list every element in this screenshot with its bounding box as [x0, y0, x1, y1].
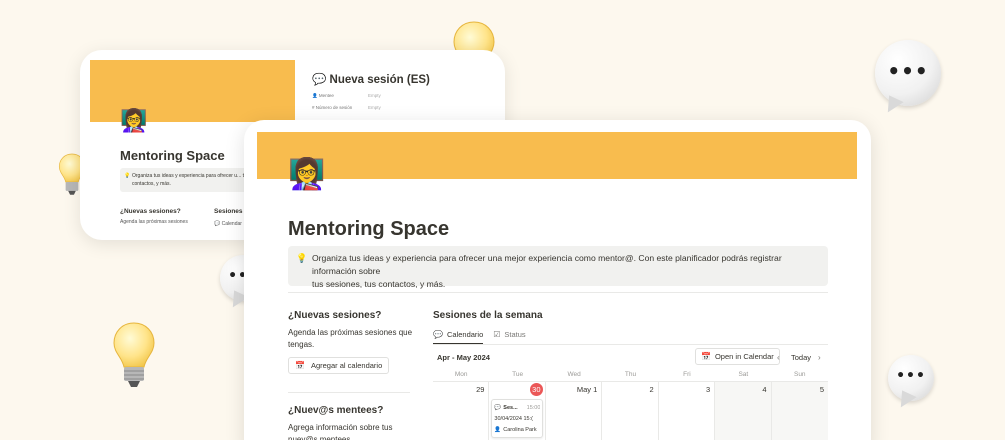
add-to-calendar-button[interactable]: 📅 Agregar al calendario — [288, 357, 390, 374]
tab-status[interactable]: ☑ Status — [493, 329, 525, 344]
event-title: Ses... — [503, 404, 518, 411]
today-number: 30 — [529, 383, 543, 396]
calendar-people-icon: 💬 — [433, 329, 443, 339]
page-cover[interactable] — [257, 132, 857, 179]
property-label: Número de sesión — [315, 105, 353, 110]
calendar-view: Sesiones de la semana 💬 Calendario ☑ Sta… — [433, 310, 828, 440]
callout[interactable]: 💡 Organiza tus ideas y experiencia para … — [288, 246, 828, 289]
calendar-icon: 📅 — [701, 352, 711, 361]
property-value: Empty — [368, 105, 381, 110]
section-title: ¿Nuevas sesiones? — [288, 310, 382, 321]
panel-title-text: Nueva sesión (ES) — [329, 74, 430, 86]
event-time: 15:00 — [526, 404, 541, 411]
calendar-header: Apr - May 2024 📅 Open in Calendar ‹ Toda… — [433, 347, 828, 369]
weekday-label: Sat — [738, 371, 749, 378]
weekday-label: Wed — [567, 371, 581, 378]
weekday-header: Mon Tue Wed Thu Fri Sat Sun — [433, 369, 828, 381]
property-label: Mentee — [318, 93, 334, 98]
tab-label: Status — [504, 330, 526, 339]
number-icon: # — [312, 105, 315, 110]
day-cell[interactable]: 3 — [659, 382, 716, 440]
day-number: 29 — [476, 385, 485, 394]
tab-calendar[interactable]: 💬 Calendar — [214, 221, 242, 227]
section-title: ¿Nuevas sesiones? — [120, 208, 181, 215]
chat-icon: 💬 — [312, 74, 327, 86]
checkbox-icon: ☑ — [493, 330, 501, 339]
callout-line: Organiza tus ideas y experiencia para of… — [312, 253, 782, 276]
lightbulb-icon — [113, 322, 155, 387]
divider — [288, 392, 410, 393]
property-row[interactable]: 👤 Mentee Empty — [312, 93, 381, 99]
view-tabs: 💬 Calendario ☑ Status — [433, 329, 828, 345]
weekday-label: Thu — [624, 371, 637, 378]
event-card[interactable]: 💬 Ses... 15:00 30/04/2024 15:( 👤 Carolina P… — [491, 399, 544, 438]
chat-icon: 💬 — [494, 404, 502, 411]
day-cell[interactable]: 5 — [771, 382, 828, 440]
tab-label: Calendar — [221, 221, 242, 227]
day-cell[interactable]: May 1 — [546, 382, 603, 440]
person-icon: 👤 — [494, 426, 502, 433]
day-cell[interactable]: 30 💬 Ses... 15:00 30/04/2024 15:( 👤 Carolin… — [489, 382, 546, 440]
speech-bubble-icon: ••• — [888, 355, 934, 401]
section-title: ¿Nuev@s mentees? — [288, 405, 384, 416]
section-text: Agenda las próximas sesiones que tengas. — [288, 328, 413, 349]
day-number: 4 — [762, 385, 767, 394]
new-mentees-section: ¿Nuev@s mentees? Agrega información sobr… — [288, 405, 413, 440]
person-icon: 👤 — [312, 93, 318, 98]
weekday-label: Tue — [512, 371, 524, 378]
weekday-label: Mon — [454, 371, 468, 378]
section-text: Agrega información sobre tus nuev@s ment… — [288, 423, 393, 440]
day-number: 3 — [705, 385, 711, 394]
speech-bubble-icon: ••• — [875, 40, 941, 106]
today-button[interactable]: Today — [791, 353, 811, 362]
day-cell[interactable]: 29 — [433, 382, 490, 440]
event-person: Carolina Park — [503, 426, 537, 433]
day-cell[interactable]: 2 — [602, 382, 659, 440]
day-number: 5 — [819, 385, 824, 394]
property-value: Empty — [368, 93, 381, 98]
chevron-left-icon[interactable]: ‹ — [777, 353, 780, 362]
week-row: 29 30 💬 Ses... 15:00 30/04/2024 15:( 👤 Caro… — [433, 381, 828, 440]
tab-label: Calendario — [446, 329, 484, 339]
weekday-label: Fri — [683, 371, 691, 378]
day-cell[interactable]: 4 — [715, 382, 772, 440]
day-number: 2 — [649, 385, 654, 394]
calendar-people-icon: 💬 — [214, 221, 221, 227]
main-page: 👩‍🏫 Mentoring Space 💡 Organiza tus ideas… — [244, 120, 871, 440]
page-title: Mentoring Space — [120, 148, 225, 163]
callout-line: tus sesiones, tus contactos, y más. — [312, 279, 446, 289]
event-date: 30/04/2024 15:( — [494, 415, 533, 422]
button-label: Open in Calendar — [714, 352, 774, 361]
lightbulb-icon: 💡 — [124, 173, 131, 179]
panel-title: 💬 Nueva sesión (ES) — [312, 72, 430, 86]
weekday-label: Sun — [793, 371, 806, 378]
chevron-right-icon[interactable]: › — [818, 353, 821, 362]
page-title[interactable]: Mentoring Space — [288, 218, 449, 241]
calendar-title: Sesiones de la semana — [433, 310, 543, 321]
tab-calendario[interactable]: 💬 Calendario — [433, 329, 484, 344]
section-title: Sesiones — [214, 208, 243, 215]
avatar[interactable]: 👩‍🏫 — [288, 157, 325, 193]
section-text: Agenda las próximas sesiones — [120, 219, 188, 225]
avatar: 👩‍🏫 — [120, 108, 148, 133]
divider — [288, 292, 828, 293]
day-number: May 1 — [576, 385, 598, 394]
calendar-icon: 📅 — [295, 361, 305, 370]
property-row[interactable]: # Número de sesión Empty — [312, 105, 381, 110]
month-label: Apr - May 2024 — [437, 353, 490, 362]
lightbulb-icon: 💡 — [296, 253, 308, 263]
open-in-calendar-button[interactable]: 📅 Open in Calendar — [695, 348, 780, 365]
new-sessions-section: ¿Nuevas sesiones? Agenda las próximas se… — [288, 310, 413, 374]
button-label: Agregar al calendario — [310, 361, 383, 370]
